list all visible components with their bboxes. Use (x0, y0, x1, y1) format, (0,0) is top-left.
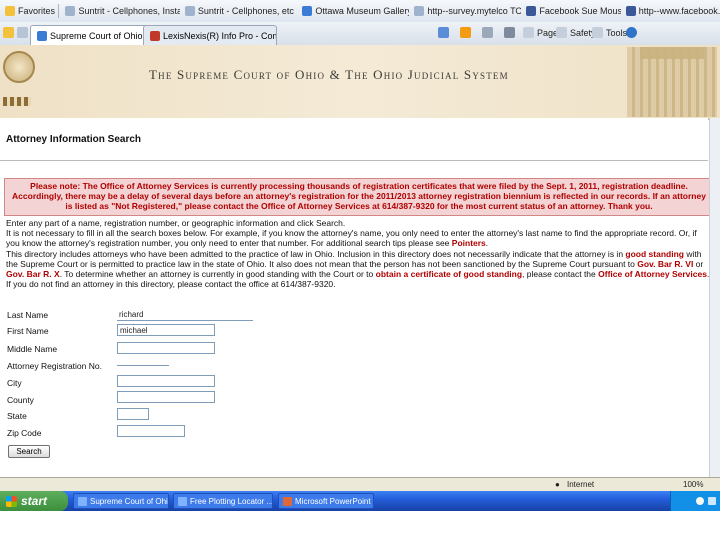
tray-icon[interactable] (696, 497, 704, 505)
home-icon[interactable] (438, 27, 452, 38)
facebook-icon (526, 6, 537, 16)
intro-text: Enter any part of a name, registration n… (6, 218, 346, 228)
banner-ornament (3, 97, 31, 106)
ie-icon (37, 30, 47, 41)
system-tray (670, 491, 720, 511)
city-label: City (7, 378, 22, 388)
status-bar: ● Internet 100% (0, 477, 720, 492)
windows-logo-icon (6, 495, 17, 507)
banner-title: The Supreme Court of Ohio & The Ohio Jud… (149, 67, 509, 82)
state-label: State (7, 411, 27, 421)
page-content: Attorney Information Search Please note:… (0, 118, 714, 511)
favorite-link-4[interactable]: http--survey.mytelco TOM ... (409, 2, 521, 20)
favorites-center-icon[interactable] (3, 27, 17, 38)
tools-menu[interactable]: Tools (592, 27, 627, 38)
page-icon (184, 6, 195, 16)
zip-code-label: Zip Code (7, 428, 42, 438)
first-name-label: First Name (7, 326, 49, 336)
globe-icon: ● (555, 480, 560, 489)
certificate-link[interactable]: obtain a certificate of good standing (376, 269, 522, 279)
feeds-icon[interactable] (460, 27, 474, 38)
site-banner: The Supreme Court of Ohio & The Ohio Jud… (0, 45, 720, 120)
browser-window: Favorites Suntrit - Cellphones, Install … (0, 0, 720, 511)
clock-icon[interactable] (708, 497, 716, 505)
county-input[interactable] (117, 391, 215, 403)
tab-list-icon[interactable] (17, 27, 31, 38)
star-icon (5, 6, 15, 16)
registration-number-input[interactable] (117, 354, 169, 366)
disclaimer-text: This directory includes attorneys who ha… (6, 249, 709, 289)
tab-lexisnexis[interactable]: LexisNexis(R) Info Pro - Comm... (143, 25, 277, 45)
security-zone: Internet (567, 480, 595, 489)
registration-number-label: Attorney Registration No. (7, 361, 102, 371)
taskbar: start Supreme Court of Ohi... Free Plott… (0, 491, 720, 511)
vertical-scrollbar[interactable] (709, 118, 720, 511)
taskbar-item-plotting-locator[interactable]: Free Plotting Locator ... (173, 493, 273, 509)
zip-code-input[interactable] (117, 425, 185, 437)
middle-name-label: Middle Name (7, 344, 58, 354)
start-button[interactable]: start (0, 491, 68, 511)
middle-name-input[interactable] (117, 342, 215, 354)
tab-supreme-court[interactable]: Supreme Court of Ohio P... (30, 25, 156, 45)
lexisnexis-icon (150, 30, 160, 41)
ie-icon (178, 496, 187, 506)
attorney-services-link[interactable]: Office of Attorney Services (598, 269, 707, 279)
divider (0, 160, 708, 161)
print-icon[interactable] (504, 27, 518, 38)
tab-bar: Supreme Court of Ohio P... LexisNexis(R)… (0, 22, 720, 46)
favorites-button[interactable]: Favorites (0, 2, 56, 20)
courthouse-roof (640, 47, 704, 59)
favorite-link-1[interactable]: Suntrit - Cellphones, Install ... (60, 2, 180, 20)
separator (57, 4, 59, 18)
taskbar-item-powerpoint[interactable]: Microsoft PowerPoint ... (278, 493, 374, 509)
gov-bar-r-x-link[interactable]: Gov. Bar R. X (6, 269, 60, 279)
city-input[interactable] (117, 375, 215, 387)
gov-bar-r-vi-link[interactable]: Gov. Bar R. VI (637, 259, 693, 269)
help-text: It is not necessary to fill in all the s… (6, 228, 697, 248)
zoom-level[interactable]: 100% (683, 480, 703, 489)
help-icon[interactable] (626, 27, 640, 38)
ohio-seal-icon[interactable] (3, 51, 35, 83)
facebook-icon (625, 6, 636, 16)
search-button[interactable]: Search (8, 445, 50, 458)
mail-icon[interactable] (482, 27, 496, 38)
favorites-bar: Favorites Suntrit - Cellphones, Install … (0, 0, 720, 23)
taskbar-item-supreme-court[interactable]: Supreme Court of Ohi... (73, 493, 169, 509)
last-name-label: Last Name (7, 310, 49, 320)
favorite-link-2[interactable]: Suntrit - Cellphones, etc plan ... (180, 2, 297, 20)
page-icon (414, 6, 425, 16)
safety-menu[interactable]: Safety (556, 27, 596, 38)
page-icon (65, 6, 76, 16)
state-input[interactable] (117, 408, 149, 420)
good-standing-text: good standing (625, 249, 684, 259)
page-menu[interactable]: Page (523, 27, 558, 38)
first-name-input[interactable] (117, 324, 215, 336)
page-title: Attorney Information Search (6, 134, 142, 145)
favorite-link-6[interactable]: http--www.facebook.com ... (621, 2, 720, 20)
last-name-input[interactable] (117, 309, 253, 321)
ie-icon (302, 6, 313, 16)
registration-notice: Please note: The Office of Attorney Serv… (4, 178, 714, 216)
favorite-link-3[interactable]: Ottawa Museum Gallery (297, 2, 409, 20)
pointers-link[interactable]: Pointers (452, 238, 486, 248)
powerpoint-icon (283, 496, 292, 506)
favorite-link-5[interactable]: Facebook Sue Mouseer (521, 2, 621, 20)
ie-icon (78, 496, 87, 506)
county-label: County (7, 395, 34, 405)
